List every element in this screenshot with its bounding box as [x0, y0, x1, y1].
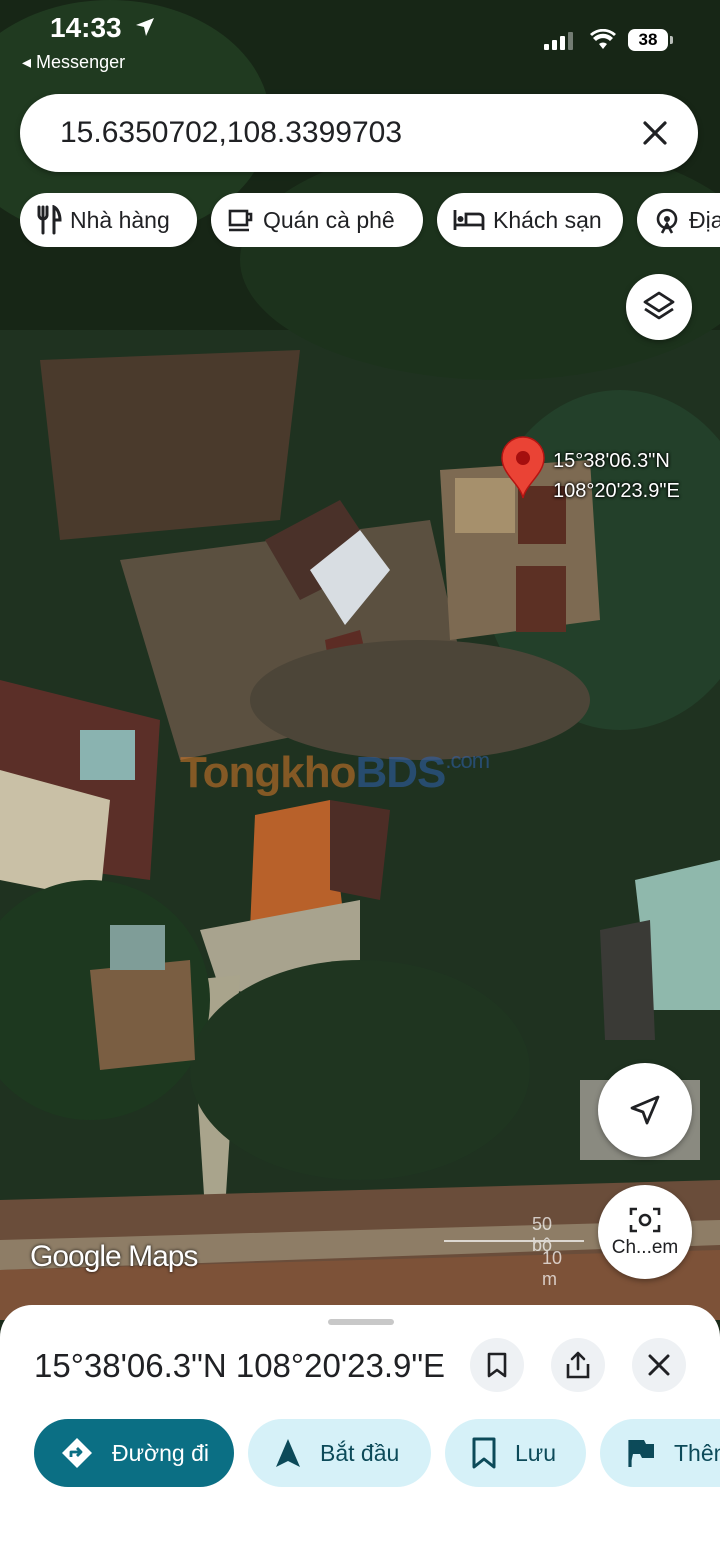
- sheet-drag-handle[interactable]: [328, 1319, 394, 1325]
- map-pin-icon: [501, 436, 545, 499]
- chip-label: Khách sạn: [493, 206, 602, 233]
- pin-latitude: 15°38'06.3"N: [553, 450, 670, 472]
- chip-label: Địa: [689, 206, 720, 233]
- share-button[interactable]: [551, 1338, 605, 1392]
- scale-meters: 10 m: [542, 1248, 563, 1289]
- lens-camera-button[interactable]: Ch...em: [598, 1185, 692, 1279]
- clear-search-button[interactable]: [634, 112, 676, 154]
- camera-lens-icon: [629, 1207, 661, 1233]
- battery-indicator: 38: [628, 29, 668, 51]
- restaurant-icon: [36, 205, 62, 235]
- navigation-icon: [274, 1437, 302, 1469]
- save-button[interactable]: Lưu: [445, 1419, 586, 1487]
- lens-label: Ch...em: [611, 1237, 679, 1258]
- status-time: 14:33: [50, 12, 122, 43]
- location-arrow-icon: [134, 16, 156, 43]
- category-chips: Nhà hàng Quán cà phê Khách sạn Địa: [20, 193, 720, 247]
- google-maps-logo: Google Maps: [30, 1240, 198, 1273]
- chip-coffee[interactable]: Quán cà phê: [211, 193, 423, 247]
- more-label: Thêm: [674, 1439, 720, 1466]
- hotel-icon: [453, 208, 485, 232]
- watermark-part-1: Tongkho: [180, 748, 356, 797]
- close-icon: [643, 121, 667, 145]
- directions-button[interactable]: Đường đi: [34, 1419, 234, 1487]
- back-to-app-link[interactable]: ◂ Messenger: [22, 52, 125, 73]
- save-place-button[interactable]: [470, 1338, 524, 1392]
- close-sheet-button[interactable]: [632, 1338, 686, 1392]
- search-input[interactable]: [60, 113, 620, 153]
- pin-longitude: 108°20'23.9"E: [553, 480, 680, 502]
- wifi-icon: [590, 28, 616, 56]
- start-label: Bắt đầu: [320, 1439, 400, 1466]
- attraction-icon: [653, 206, 681, 234]
- chip-label: Quán cà phê: [263, 206, 395, 233]
- search-bar[interactable]: [20, 94, 698, 172]
- bookmark-icon: [471, 1437, 497, 1469]
- watermark: TongkhoBDS.com: [180, 748, 490, 798]
- place-bottom-sheet[interactable]: 15°38'06.3"N 108°20'23.9"E Đường đi Bắt …: [0, 1305, 720, 1557]
- sheet-title: 15°38'06.3"N 108°20'23.9"E: [34, 1347, 446, 1384]
- save-label: Lưu: [515, 1439, 556, 1466]
- navigation-arrow-icon: [630, 1095, 660, 1125]
- start-navigation-button[interactable]: Bắt đầu: [248, 1419, 431, 1487]
- share-icon: [566, 1351, 590, 1379]
- scale-bar: [444, 1240, 584, 1242]
- status-bar: 14:33 ◂ Messenger 38: [0, 0, 720, 80]
- close-icon: [648, 1354, 670, 1376]
- sheet-action-buttons: Đường đi Bắt đầu Lưu Thêm: [34, 1419, 720, 1487]
- watermark-domain: .com: [445, 748, 490, 773]
- chip-restaurants[interactable]: Nhà hàng: [20, 193, 197, 247]
- cellular-signal-icon: [544, 32, 574, 55]
- my-location-button[interactable]: [598, 1063, 692, 1157]
- chip-label: Nhà hàng: [70, 206, 170, 233]
- map-layers-button[interactable]: [626, 274, 692, 340]
- flag-icon: [626, 1437, 656, 1469]
- watermark-part-2: BDS: [355, 748, 446, 797]
- chip-hotels[interactable]: Khách sạn: [437, 193, 623, 247]
- directions-icon: [60, 1436, 94, 1470]
- dropped-pin[interactable]: [500, 436, 546, 505]
- bookmark-icon: [487, 1352, 507, 1378]
- battery-tip: [670, 36, 673, 44]
- directions-label: Đường đi: [112, 1439, 209, 1466]
- layers-icon: [643, 291, 675, 320]
- back-app-label: Messenger: [36, 52, 126, 72]
- more-button[interactable]: Thêm: [600, 1419, 720, 1487]
- chip-attractions[interactable]: Địa: [637, 193, 720, 247]
- coffee-icon: [227, 206, 255, 234]
- pin-coordinates-label: 15°38'06.3"N 108°20'23.9"E: [553, 446, 680, 506]
